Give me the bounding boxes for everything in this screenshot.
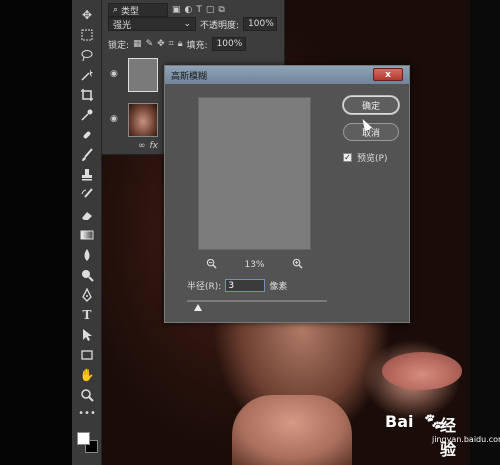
lasso-icon[interactable] [77,46,97,64]
link-layers-icon[interactable]: ∞ [138,141,146,151]
preview-label: 预览(P) [357,154,388,164]
blur-preview[interactable] [198,97,311,250]
brush-icon[interactable] [77,146,97,164]
layer-thumbnail [128,103,158,137]
blend-mode-dropdown[interactable]: 强光 ⌄ [108,17,196,31]
blur-icon[interactable] [77,246,97,264]
lips-region [382,352,462,390]
color-swatches[interactable] [77,432,99,454]
radius-slider[interactable] [187,300,327,302]
opacity-label: 不透明度: [200,20,240,31]
opacity-value: 100% [248,19,274,29]
radius-unit: 像素 [269,282,288,292]
radius-label: 半径(R): [187,282,222,292]
tools-panel: ✥ T ✋ ••• [72,0,102,465]
gaussian-blur-dialog: 高斯模糊 x 13% 确定 取消 ✓ 预览(P) 半径(R): 3 像素 [164,65,410,323]
stamp-icon[interactable] [77,166,97,184]
right-black-bar [470,0,500,465]
fx-icon[interactable]: fx [150,141,159,151]
zoom-in-icon[interactable] [292,258,303,272]
dialog-title: 高斯模糊 [171,71,208,82]
eye-icon[interactable]: ◉ [110,69,118,79]
history-brush-icon[interactable] [77,186,97,204]
crop-icon[interactable] [77,86,97,104]
panel-footer: ∞ fx [132,136,158,156]
healing-icon[interactable] [77,126,97,144]
lock-transparent-icon[interactable]: ▦ [133,39,142,49]
fill-label: 填充: [186,40,208,51]
lock-paint-icon[interactable]: ✎ [146,39,154,49]
ok-label: 确定 [361,101,380,112]
radius-slider-thumb[interactable] [194,304,203,311]
radius-value: 3 [228,280,235,291]
lock-row: 锁定: ▦ ✎ ✥ ⌗ 🔒︎ 填充: 100% [102,34,285,54]
eraser-icon[interactable] [77,206,97,224]
ok-button[interactable]: 确定 [343,96,399,114]
gradient-icon[interactable] [77,226,97,244]
left-black-bar [0,0,72,465]
pen-icon[interactable] [77,286,97,304]
more-icon[interactable]: ••• [77,404,97,422]
close-icon: x [385,69,391,80]
close-button[interactable]: x [373,68,403,81]
eye-icon[interactable]: ◉ [110,114,118,124]
fill-input[interactable]: 100% [211,37,246,51]
radius-input[interactable]: 3 [225,279,266,292]
watermark-bai-text: Bai [385,412,414,431]
dodge-icon[interactable] [77,266,97,284]
preview-checkbox[interactable]: ✓ [343,153,352,162]
radius-row: 半径(R): 3 像素 [187,279,287,292]
preview-option: ✓ 预览(P) [343,151,387,164]
eyedropper-icon[interactable] [77,106,97,124]
baidu-jingyan-watermark: Bai 🐾︎ 经验 jingyan.baidu.com [385,412,500,459]
zoom-out-icon[interactable] [206,258,217,272]
layer-thumbnail [128,58,158,92]
zoom-icon[interactable] [77,386,97,404]
watermark-url: jingyan.baidu.com [432,435,500,444]
magic-wand-icon[interactable] [77,66,97,84]
zoom-level: 13% [244,260,265,270]
chevron-down-icon: ⌄ [183,19,191,29]
hand-icon[interactable]: ✋ [77,366,97,384]
opacity-input[interactable]: 100% [243,17,278,31]
lock-label: 锁定: [108,40,130,51]
type-icon[interactable]: T [77,306,97,324]
lock-position-icon[interactable]: ✥ [157,39,165,49]
blend-row: 强光 ⌄ 不透明度: 100% [102,14,285,34]
lock-artboard-icon[interactable]: ⌗ [169,39,174,49]
hand-region [232,395,352,465]
dialog-titlebar[interactable]: 高斯模糊 x [165,66,409,84]
lock-all-icon[interactable]: 🔒︎ [178,39,183,49]
blend-mode-value: 强光 [113,20,132,31]
marquee-icon[interactable] [77,26,97,44]
path-select-icon[interactable] [77,326,97,344]
move-icon[interactable]: ✥ [77,6,97,24]
fill-value: 100% [216,39,243,49]
foreground-color-swatch[interactable] [77,432,90,445]
rectangle-icon[interactable] [77,346,97,364]
zoom-row: 13% [198,258,311,272]
